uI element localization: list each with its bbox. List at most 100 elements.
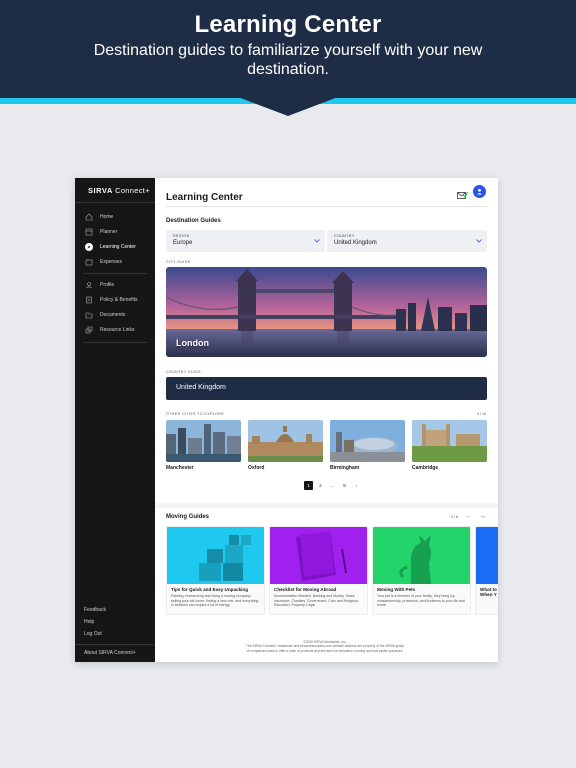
page-button[interactable]: 1 xyxy=(304,481,313,490)
page-button[interactable]: 8 xyxy=(340,481,349,490)
sidebar-item-home[interactable]: Home xyxy=(85,211,153,223)
manchester-image xyxy=(166,420,241,462)
logo-product: Connect+ xyxy=(115,186,150,195)
link-icon xyxy=(85,326,93,334)
moving-guides-title: Moving Guides xyxy=(166,514,210,520)
footer-line: of companies used to offer a suite of pr… xyxy=(246,648,404,653)
sidebar-item-label: Expenses xyxy=(100,259,122,265)
planner-icon xyxy=(85,228,93,236)
pet-image xyxy=(373,527,470,584)
country-guide-button[interactable]: United Kingdom xyxy=(166,377,487,400)
boxes-image xyxy=(167,527,264,584)
next-arrow-icon[interactable]: → xyxy=(479,513,486,520)
birmingham-image xyxy=(330,420,405,462)
promo-title: Learning Center xyxy=(194,11,382,38)
city-card-label: Oxford xyxy=(248,465,265,471)
profile-icon xyxy=(85,281,93,289)
page-title: Learning Center xyxy=(166,192,243,203)
country-value: United Kingdom xyxy=(334,240,377,246)
guide-card-title: What to When Y xyxy=(480,587,497,597)
oxford-image xyxy=(248,420,323,462)
chevron-down-icon xyxy=(314,239,320,243)
promo-banner: Learning Center Destination guides to fa… xyxy=(0,0,576,98)
sidebar-item-documents[interactable]: Documents xyxy=(85,309,153,321)
country-label: COUNTRY xyxy=(334,234,355,238)
page-ellipsis: ... xyxy=(330,483,335,488)
guide-card-partial[interactable]: What to When Y xyxy=(475,526,498,615)
section-divider xyxy=(155,503,498,508)
footer: ©2020 SIRVA Worldwide, Inc. The SIRVA Co… xyxy=(215,640,435,653)
app-logo[interactable]: SIRVA Connect+ xyxy=(88,186,150,195)
sidebar-item-label: Resource Links xyxy=(100,327,135,333)
london-image xyxy=(166,267,487,357)
expenses-icon xyxy=(85,258,93,266)
other-cities-label: OTHER CITIES TO EXPLORE xyxy=(166,412,225,416)
city-card-manchester[interactable]: Manchester xyxy=(166,420,241,472)
guide-card-pets[interactable]: Moving With Pets Your pet is a member of… xyxy=(372,526,471,615)
guide-card-desc: Packing, researching and hiring a moving… xyxy=(171,594,259,607)
city-card-label: Manchester xyxy=(166,465,194,471)
region-select[interactable]: REGION Europe xyxy=(166,230,325,252)
guide-image xyxy=(476,527,498,584)
sidebar-divider xyxy=(75,644,155,645)
destination-guides-title: Destination Guides xyxy=(166,218,221,224)
promo-subtitle: Destination guides to familiarize yourse… xyxy=(93,42,483,78)
city-card-birmingham[interactable]: Birmingham xyxy=(330,420,405,472)
prev-arrow-icon[interactable]: ← xyxy=(465,513,472,520)
sidebar-divider xyxy=(75,202,155,203)
sidebar-item-policy[interactable]: Policy & Benefits xyxy=(85,294,153,306)
sidebar-item-label: Documents xyxy=(100,312,126,318)
logo-brand: SIRVA xyxy=(88,186,113,195)
city-card-oxford[interactable]: Oxford xyxy=(248,420,323,472)
about-link[interactable]: About SIRVA Connect+ xyxy=(84,650,136,656)
city-guide-card[interactable]: London xyxy=(166,267,487,357)
other-cities-count: 4 / 10 xyxy=(477,412,486,416)
logout-link[interactable]: Log Out xyxy=(84,631,102,637)
promo-arrow xyxy=(238,97,338,116)
page-button[interactable]: 2 xyxy=(316,481,325,490)
chevron-down-icon xyxy=(476,239,482,243)
sidebar-divider xyxy=(83,273,147,274)
help-link[interactable]: Help xyxy=(84,619,94,625)
guide-card-title: Moving With Pets xyxy=(377,587,416,592)
user-avatar-icon[interactable] xyxy=(473,185,486,198)
app-window: SIRVA Connect+ Home Planner Learning Cen… xyxy=(75,178,498,662)
notebook-image xyxy=(270,527,367,584)
feedback-link[interactable]: Feedback xyxy=(84,607,106,613)
next-page-button[interactable]: › xyxy=(352,481,361,490)
region-value: Europe xyxy=(173,240,193,246)
country-select[interactable]: COUNTRY United Kingdom xyxy=(327,230,487,252)
guide-card-title: Checklist for Moving Abroad xyxy=(274,587,337,592)
folder-icon xyxy=(85,311,93,319)
sidebar-item-planner[interactable]: Planner xyxy=(85,226,153,238)
region-label: REGION xyxy=(173,234,190,238)
city-card-label: Cambridge xyxy=(412,465,439,471)
home-icon xyxy=(85,213,93,221)
sidebar-item-label: Policy & Benefits xyxy=(100,297,138,303)
sidebar: SIRVA Connect+ Home Planner Learning Cen… xyxy=(75,178,155,662)
compass-icon xyxy=(85,243,93,251)
pagination: 1 2 ... 8 › xyxy=(304,481,364,490)
sidebar-divider xyxy=(83,342,147,343)
guide-card-title: Tips for Quick and Easy Unpacking xyxy=(171,587,249,592)
country-guide-label: COUNTRY GUIDE xyxy=(166,370,202,374)
sidebar-item-learning-center[interactable]: Learning Center xyxy=(85,241,153,253)
sidebar-item-resource-links[interactable]: Resource Links xyxy=(85,324,153,336)
sidebar-item-profile[interactable]: Profile xyxy=(85,279,153,291)
city-card-cambridge[interactable]: Cambridge xyxy=(412,420,487,472)
sidebar-item-label: Profile xyxy=(100,282,115,288)
guide-card-checklist[interactable]: Checklist for Moving Abroad Documentatio… xyxy=(269,526,368,615)
sidebar-item-label: Learning Center xyxy=(100,244,136,250)
sidebar-item-expenses[interactable]: Expenses xyxy=(85,256,153,268)
moving-guides-count: 4 / 8 xyxy=(451,515,458,519)
guide-card-unpacking[interactable]: Tips for Quick and Easy Unpacking Packin… xyxy=(166,526,265,615)
country-guide-name: United Kingdom xyxy=(176,384,226,391)
header-divider xyxy=(166,206,487,207)
guide-card-desc: Documentation Needed, Banking and Money,… xyxy=(274,594,360,607)
city-card-label: Birmingham xyxy=(330,465,360,471)
city-guide-label: CITY GUIDE xyxy=(166,260,191,264)
main-content: Learning Center Destination Guides REGIO… xyxy=(155,178,498,662)
messages-icon[interactable] xyxy=(457,187,468,199)
city-guide-name: London xyxy=(176,338,209,348)
cambridge-image xyxy=(412,420,487,462)
